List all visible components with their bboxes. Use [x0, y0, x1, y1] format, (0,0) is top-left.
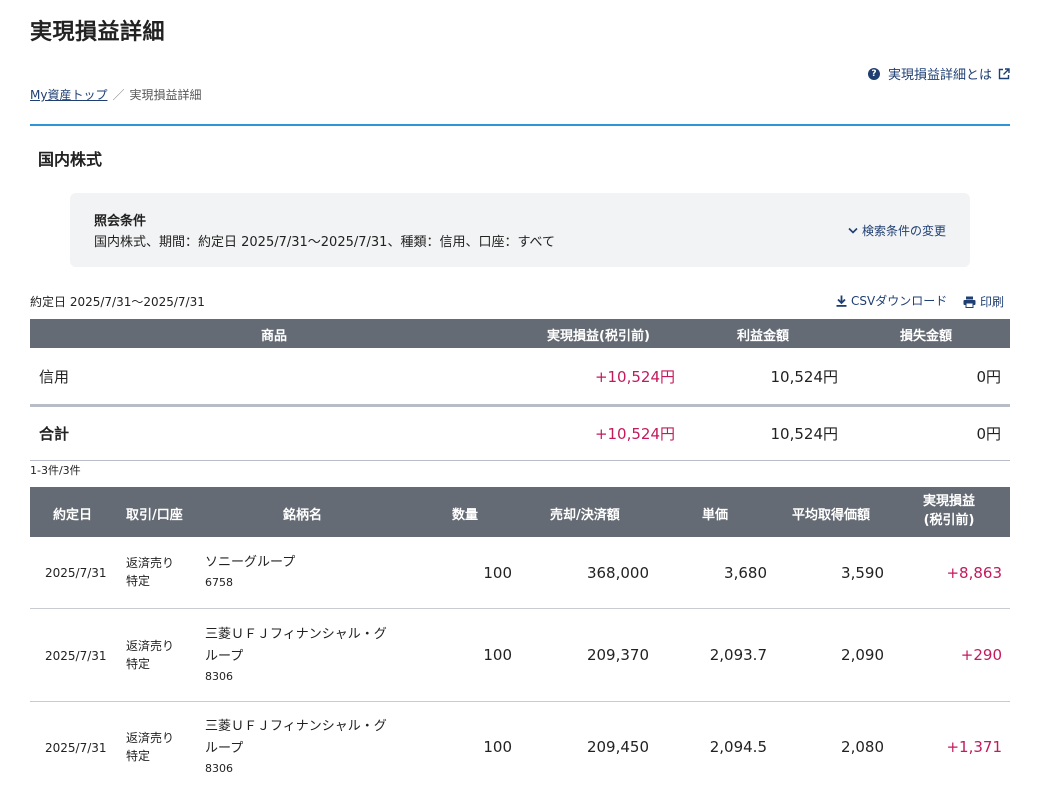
change-conditions-button[interactable]: 検索条件の変更	[848, 222, 946, 239]
row-stock-name-cont: ループ	[205, 741, 244, 756]
row-price: 2,094.5	[709, 738, 767, 756]
row-pl: +8,863	[946, 564, 1002, 582]
detail-header-pl: 実現損益 (税引前)	[923, 492, 975, 530]
summary-divider	[30, 404, 1010, 407]
summary-header-realized: 実現損益(税引前)	[547, 329, 650, 344]
row-qty: 100	[483, 646, 512, 664]
print-label: 印刷	[980, 295, 1005, 309]
summary-header-loss: 損失金額	[900, 329, 953, 344]
row-pl: +1,371	[946, 738, 1002, 756]
row-stock-name: 三菱ＵＦＪフィナンシャル・グ	[205, 719, 387, 734]
print-button[interactable]: 印刷	[963, 293, 1004, 310]
row-account: 特定	[126, 574, 151, 588]
table-row[interactable]: 2025/7/31 返済売り 特定 ソニーグループ 6758 100 368,0…	[30, 537, 1010, 609]
result-count: 1-3件/3件	[30, 464, 81, 477]
change-conditions-label: 検索条件の変更	[861, 224, 946, 238]
search-conditions-panel: 照会条件 国内株式、期間：約定日 2025/7/31〜2025/7/31、種類：…	[70, 193, 970, 267]
csv-download-button[interactable]: CSVダウンロード	[836, 292, 947, 309]
breadcrumb-current: 実現損益詳細	[129, 88, 202, 102]
summary-total-label: 合計	[39, 425, 70, 443]
help-icon: ?	[867, 67, 880, 80]
row-pl: +290	[960, 646, 1002, 664]
detail-header-type: 取引/口座	[126, 508, 183, 523]
row-avg: 3,590	[841, 564, 884, 582]
detail-header-avg: 平均取得価額	[792, 508, 871, 523]
row-stock-name-cont: ループ	[205, 649, 244, 664]
table-row[interactable]: 2025/7/31 返済売り 特定 三菱ＵＦＪフィナンシャル・グ ループ 830…	[30, 609, 1010, 702]
page-title: 実現損益詳細	[30, 20, 166, 45]
row-stock-code: 8306	[205, 762, 233, 775]
detail-header-qty: 数量	[452, 508, 479, 523]
summary-bottom-border	[30, 460, 1010, 461]
help-link-label: 実現損益詳細とは	[887, 68, 992, 83]
summary-header-profit: 利益金額	[737, 329, 790, 344]
detail-header-price: 単価	[702, 508, 729, 523]
summary-total-profit: 10,524円	[770, 425, 839, 443]
summary-product: 信用	[39, 368, 70, 386]
summary-header-product: 商品	[261, 329, 288, 344]
summary-loss: 0円	[976, 368, 1001, 386]
table-row[interactable]: 2025/7/31 返済売り 特定 三菱ＵＦＪフィナンシャル・グ ループ 830…	[30, 702, 1010, 794]
section-title: 国内株式	[38, 150, 103, 169]
detail-header-name: 銘柄名	[283, 508, 323, 523]
breadcrumb: My資産トップ ／ 実現損益詳細	[30, 86, 202, 103]
row-price: 3,680	[724, 564, 767, 582]
help-link[interactable]: ? 実現損益詳細とは	[867, 64, 1010, 83]
row-qty: 100	[483, 738, 512, 756]
row-amount: 209,370	[586, 646, 649, 664]
row-date: 2025/7/31	[45, 741, 107, 755]
row-avg: 2,080	[841, 738, 884, 756]
detail-header-date: 約定日	[53, 508, 93, 523]
row-account: 特定	[126, 749, 151, 763]
row-price: 2,093.7	[709, 646, 767, 664]
header-divider	[30, 124, 1010, 126]
date-range-label: 約定日 2025/7/31〜2025/7/31	[30, 295, 205, 309]
row-amount: 209,450	[586, 738, 649, 756]
summary-total-realized: +10,524円	[594, 425, 675, 443]
summary-realized: +10,524円	[594, 368, 675, 386]
breadcrumb-separator: ／	[112, 88, 125, 102]
print-icon	[963, 296, 976, 308]
row-qty: 100	[483, 564, 512, 582]
breadcrumb-home-link[interactable]: My資産トップ	[30, 88, 107, 102]
row-stock-code: 8306	[205, 670, 233, 683]
download-icon	[836, 295, 847, 307]
conditions-text: 国内株式、期間：約定日 2025/7/31〜2025/7/31、種類：信用、口座…	[94, 235, 556, 250]
csv-download-label: CSVダウンロード	[851, 294, 948, 308]
summary-table-header: 商品 実現損益(税引前) 利益金額 損失金額	[30, 319, 1010, 348]
row-type: 返済売り	[126, 556, 175, 570]
detail-header-pl-line1: 実現損益	[923, 494, 976, 509]
row-stock-code: 6758	[205, 576, 233, 589]
row-date: 2025/7/31	[45, 649, 107, 663]
detail-header-amount: 売却/決済額	[550, 508, 620, 523]
summary-profit: 10,524円	[770, 368, 839, 386]
row-avg: 2,090	[841, 646, 884, 664]
row-stock-name: 三菱ＵＦＪフィナンシャル・グ	[205, 627, 387, 642]
detail-header-pl-line2: (税引前)	[923, 513, 975, 528]
row-amount: 368,000	[586, 564, 649, 582]
conditions-title: 照会条件	[94, 214, 147, 229]
external-link-icon	[998, 67, 1010, 80]
row-type: 返済売り	[126, 639, 175, 653]
summary-total-loss: 0円	[976, 425, 1001, 443]
row-account: 特定	[126, 657, 151, 671]
row-date: 2025/7/31	[45, 566, 107, 580]
row-stock-name: ソニーグループ	[205, 555, 296, 570]
detail-table-header: 約定日 取引/口座 銘柄名 数量 売却/決済額 単価 平均取得価額 実現損益 (…	[30, 487, 1010, 537]
chevron-down-icon	[848, 227, 858, 235]
row-type: 返済売り	[126, 731, 175, 745]
